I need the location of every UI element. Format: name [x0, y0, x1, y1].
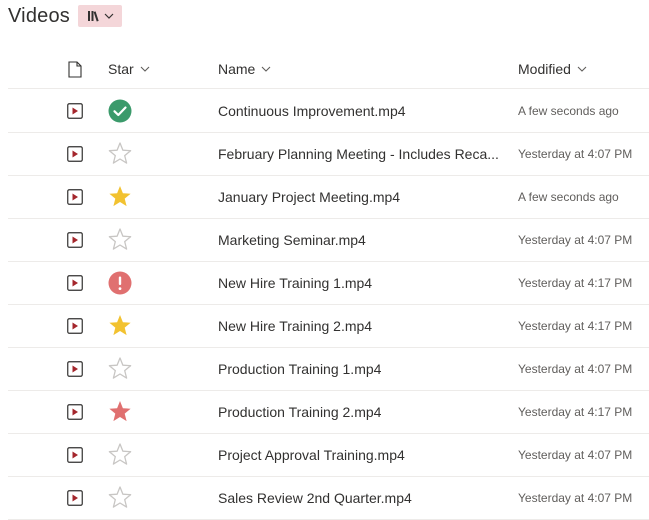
modified-date: Yesterday at 4:07 PM	[518, 146, 633, 161]
file-row[interactable]: New Hire Training 2.mp4 Yesterday at 4:17…	[8, 304, 649, 348]
video-file-icon	[67, 433, 85, 476]
file-row[interactable]: Project Approval Training.mp4 Yesterday a…	[8, 433, 649, 477]
star-column-label: Star	[108, 61, 134, 77]
file-row[interactable]: New Hire Training 1.mp4 Yesterday at 4:17…	[8, 261, 649, 305]
file-name-link[interactable]: Production Training 1.mp4	[218, 347, 503, 390]
star-filled-icon[interactable]	[107, 304, 133, 347]
title-bar: Videos	[8, 4, 122, 28]
video-file-icon	[67, 304, 85, 347]
modified-date: Yesterday at 4:07 PM	[518, 361, 633, 376]
column-header-row: Star Name Modified	[8, 50, 649, 89]
library-icon	[87, 10, 101, 22]
file-row[interactable]: Production Training 2.mp4 Yesterday at 4:…	[8, 390, 649, 434]
star-outline-icon[interactable]	[107, 347, 133, 390]
file-row[interactable]: Sales Review 2nd Quarter.mp4 Yesterday at…	[8, 476, 649, 520]
page-title: Videos	[8, 4, 70, 27]
modified-date: Yesterday at 4:07 PM	[518, 490, 633, 505]
modified-date: Yesterday at 4:17 PM	[518, 275, 633, 290]
file-row[interactable]: Marketing Seminar.mp4 Yesterday at 4:07 P…	[8, 218, 649, 262]
video-file-icon	[67, 347, 85, 390]
star-column-header[interactable]: Star	[108, 50, 150, 88]
modified-date: Yesterday at 4:07 PM	[518, 232, 633, 247]
chevron-down-icon	[261, 66, 271, 72]
chevron-down-icon	[104, 13, 114, 19]
file-name-link[interactable]: Continuous Improvement.mp4	[218, 89, 503, 132]
modified-column-label: Modified	[518, 61, 571, 77]
modified-date: Yesterday at 4:07 PM	[518, 447, 633, 462]
file-name-link[interactable]: January Project Meeting.mp4	[218, 175, 503, 218]
video-file-icon	[67, 476, 85, 519]
file-name-link[interactable]: New Hire Training 1.mp4	[218, 261, 503, 304]
file-name-link[interactable]: February Planning Meeting - Includes Rec…	[218, 132, 503, 175]
star-filled-icon[interactable]	[107, 390, 133, 433]
modified-date: Yesterday at 4:17 PM	[518, 404, 633, 419]
modified-column-header[interactable]: Modified	[518, 50, 587, 88]
chevron-down-icon	[140, 66, 150, 72]
file-name-link[interactable]: Marketing Seminar.mp4	[218, 218, 503, 261]
star-filled-icon[interactable]	[107, 175, 133, 218]
file-row[interactable]: Continuous Improvement.mp4 A few seconds …	[8, 89, 649, 133]
file-row[interactable]: January Project Meeting.mp4 A few seconds…	[8, 175, 649, 219]
file-type-column-header[interactable]	[68, 50, 82, 88]
name-column-label: Name	[218, 61, 256, 77]
star-outline-icon[interactable]	[107, 218, 133, 261]
file-name-link[interactable]: Production Training 2.mp4	[218, 390, 503, 433]
video-file-icon	[67, 89, 85, 132]
file-row[interactable]: Production Training 1.mp4 Yesterday at 4:…	[8, 347, 649, 391]
exclamation-circle-icon[interactable]	[107, 261, 133, 304]
check-circle-icon[interactable]	[107, 89, 133, 132]
view-switcher-button[interactable]	[78, 5, 122, 27]
file-row[interactable]: February Planning Meeting - Includes Rec…	[8, 132, 649, 176]
modified-date: A few seconds ago	[518, 103, 619, 118]
video-file-icon	[67, 390, 85, 433]
name-column-header[interactable]: Name	[218, 50, 271, 88]
chevron-down-icon	[577, 66, 587, 72]
file-name-link[interactable]: New Hire Training 2.mp4	[218, 304, 503, 347]
video-file-icon	[67, 132, 85, 175]
star-outline-icon[interactable]	[107, 433, 133, 476]
document-icon	[68, 60, 82, 78]
video-file-icon	[67, 218, 85, 261]
file-name-link[interactable]: Project Approval Training.mp4	[218, 433, 503, 476]
star-outline-icon[interactable]	[107, 132, 133, 175]
modified-date: A few seconds ago	[518, 189, 619, 204]
file-name-link[interactable]: Sales Review 2nd Quarter.mp4	[218, 476, 503, 519]
star-outline-icon[interactable]	[107, 476, 133, 519]
modified-date: Yesterday at 4:17 PM	[518, 318, 633, 333]
video-file-icon	[67, 175, 85, 218]
video-file-icon	[67, 261, 85, 304]
